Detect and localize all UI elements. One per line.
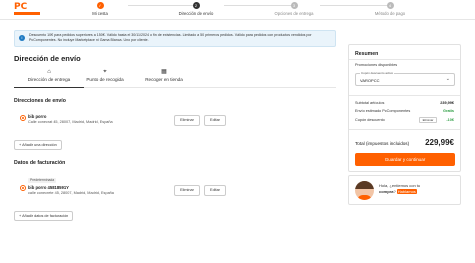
coupon-select[interactable]: Cupón descuento activo VAROPCC ⌄ xyxy=(355,71,455,86)
header: PC ✓ Mi cesta 2 Dirección de envío 3 Opc… xyxy=(0,0,475,20)
edit-billing-button[interactable]: Editar xyxy=(204,185,226,196)
divider xyxy=(349,95,460,96)
summary-heading: Resumen xyxy=(355,51,379,57)
step-label: Método de pago xyxy=(374,11,406,16)
shipping-cost-value: Gratis xyxy=(443,109,454,113)
total-label: Total (impuestos incluidos) xyxy=(355,141,410,146)
step-label: Opciones de entrega xyxy=(274,11,314,16)
billing-name: bib porro 45818591Y xyxy=(28,185,69,190)
delivery-tabs: ⌂ Dirección de entrega ⌖ Punto de recogi… xyxy=(14,68,336,88)
billing-heading: Datos de facturación xyxy=(14,160,66,166)
remove-billing-button[interactable]: Eliminar xyxy=(174,185,200,196)
promotions-label: Promociones disponibles xyxy=(355,63,398,67)
order-summary: Resumen Promociones disponibles Cupón de… xyxy=(348,44,461,172)
shipping-address-card[interactable]: bib porro Calle conecrat 45, 28007, Madr… xyxy=(14,110,336,134)
remove-coupon-button[interactable]: Eliminar xyxy=(419,117,437,123)
billing-address-radio[interactable] xyxy=(20,185,26,191)
chat-greeting: Hola, ¿entiemos con tu xyxy=(379,183,421,188)
save-continue-button[interactable]: Guardar y continuar xyxy=(355,153,455,166)
billing-line: calle conecrete 45, 28007, Madrid, Madri… xyxy=(28,191,114,195)
step-label: Dirección de envío xyxy=(178,11,214,16)
add-address-button[interactable]: + Añadir una dirección xyxy=(14,140,62,150)
default-badge: Predeterminada xyxy=(28,178,57,183)
step-number: 4 xyxy=(386,2,394,9)
step-label: Mi cesta xyxy=(92,11,108,16)
info-icon: i xyxy=(19,35,25,41)
total-value: 229,99€ xyxy=(425,138,454,147)
shipping-heading: Direcciones de envío xyxy=(14,98,66,104)
chat-cta[interactable]: Hablamos xyxy=(396,189,417,194)
check-icon: ✓ xyxy=(96,2,104,9)
coupon-label: Cupón descuento xyxy=(355,118,385,122)
agent-avatar xyxy=(355,181,374,200)
step-number: 3 xyxy=(290,2,298,9)
chat-text: Hola, ¿entiemos con tu compra? Hablamos xyxy=(379,183,421,194)
subtotal-label: Subtotal artículos xyxy=(355,101,385,105)
edit-address-button[interactable]: Editar xyxy=(204,115,226,126)
step-delivery-options: 3 Opciones de entrega xyxy=(264,2,324,16)
shipping-address-radio[interactable] xyxy=(20,115,26,121)
chat-bold: compra xyxy=(379,189,394,194)
pccomponentes-logo[interactable]: PC xyxy=(14,3,40,16)
billing-address-card[interactable]: Predeterminada bib porro 45818591Y calle… xyxy=(14,176,336,200)
page-title: Dirección de envío xyxy=(14,54,81,63)
add-billing-button[interactable]: + Añadir datos de facturación xyxy=(14,211,74,221)
tab-store-pickup[interactable]: ▦ Recoger en tienda xyxy=(129,68,199,88)
step-number: 2 xyxy=(192,2,200,9)
logo-text: PC xyxy=(14,2,28,12)
divider xyxy=(349,129,460,130)
address-line: Calle conecrat 45, 28007, Madrid, Madrid… xyxy=(28,120,113,124)
step-cart[interactable]: ✓ Mi cesta xyxy=(70,2,130,16)
divider xyxy=(349,59,460,60)
coupon-value: -10€ xyxy=(446,118,454,122)
address-name: bib porro xyxy=(28,114,47,119)
subtotal-value: 239,99€ xyxy=(440,101,454,105)
shipping-cost-label: Envío estimado PcComponentes xyxy=(355,109,411,113)
coupon-select-value: VAROPCC xyxy=(360,78,380,83)
avatar-hair xyxy=(355,181,374,189)
avatar-shirt xyxy=(357,195,372,200)
chat-widget[interactable]: Hola, ¿entiemos con tu compra? Hablamos xyxy=(348,175,461,205)
store-icon: ▦ xyxy=(161,69,167,75)
checkout-steps: ✓ Mi cesta 2 Dirección de envío 3 Opcion… xyxy=(88,2,448,18)
step-shipping-address: 2 Dirección de envío xyxy=(166,2,226,16)
remove-address-button[interactable]: Eliminar xyxy=(174,115,200,126)
logo-bar xyxy=(14,12,40,15)
coupon-select-label: Cupón descuento activo xyxy=(360,71,395,75)
tab-label: Recoger en tienda xyxy=(145,77,183,82)
chevron-down-icon: ⌄ xyxy=(445,76,450,82)
info-banner: i Descuento 10€ para pedidos superiores … xyxy=(14,30,336,47)
step-payment-method: 4 Método de pago xyxy=(360,2,420,16)
info-text: Descuento 10€ para pedidos superiores a … xyxy=(29,33,312,42)
